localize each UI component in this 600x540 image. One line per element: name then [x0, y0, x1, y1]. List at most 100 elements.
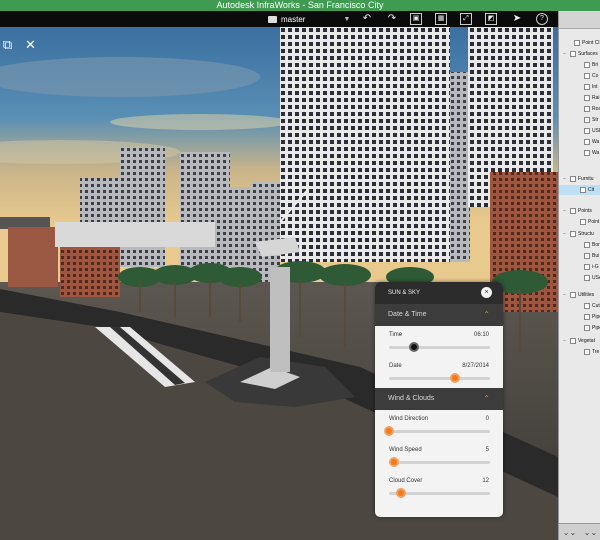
layer-type-icon	[584, 117, 590, 123]
layer-label: Vegetat	[578, 338, 595, 344]
date-value: 8/27/2014	[462, 363, 489, 369]
close-icon[interactable]: ×	[481, 287, 492, 298]
scene-toolbar: ⧉ ✕	[0, 37, 38, 52]
layer-tree-item[interactable]: Int	[577, 82, 598, 92]
layer-label: Bri	[592, 62, 599, 68]
layer-tree-item[interactable]: i-G	[577, 262, 599, 272]
layer-type-icon	[584, 62, 590, 68]
section-label: Date & Time	[388, 311, 427, 318]
wind-direction-row: Wind Direction 0	[375, 410, 503, 441]
wind-speed-value: 5	[485, 447, 489, 453]
panel-title: SUN & SKY	[388, 290, 421, 296]
layer-type-icon	[584, 303, 590, 309]
collapse-all-icon[interactable]: ⌄⌄	[563, 528, 576, 537]
section-date-time[interactable]: Date & Time ⌃	[375, 304, 503, 326]
redo-icon[interactable]: ↷	[386, 13, 398, 25]
layer-tree-item[interactable]: − Furnitu	[563, 174, 594, 184]
wind-speed-handle[interactable]	[389, 457, 400, 467]
layer-label: Wa	[592, 150, 600, 156]
presentation-icon[interactable]: ⧉	[0, 37, 15, 52]
date-slider-handle[interactable]	[449, 373, 460, 383]
layer-tree-item[interactable]: Bor	[577, 240, 600, 250]
layer-type-icon	[584, 325, 590, 331]
layer-type-icon	[574, 40, 580, 46]
layer-tree-item[interactable]: Wa	[577, 137, 599, 147]
expand-toggle-icon[interactable]: −	[563, 336, 568, 346]
layer-tree-item[interactable]: − Structu	[563, 229, 594, 239]
help-icon[interactable]: ?	[536, 13, 548, 25]
layer-label: Int	[592, 84, 598, 90]
layer-tree-item[interactable]: − Surfaces	[563, 49, 598, 59]
layer-type-icon	[584, 253, 590, 259]
pointer-icon[interactable]: ➤	[511, 13, 523, 25]
layer-tree-panel: Point Cl − Surfaces Bri Co Int Rai Roa Str USE Wa W…	[558, 11, 600, 540]
layer-tree-item[interactable]: Pipe	[577, 323, 600, 333]
capture-icon[interactable]: ◩	[485, 13, 497, 25]
layer-tree-item[interactable]: Bui	[577, 251, 599, 261]
layer-label: Utilities	[578, 292, 595, 298]
layer-tree-item[interactable]: Point	[573, 217, 599, 227]
layer-tree-item[interactable]: Rai	[577, 93, 600, 103]
layer-label: Cit	[588, 187, 595, 193]
layer-tree-item[interactable]: Wa	[577, 148, 599, 158]
layer-type-icon	[584, 128, 590, 134]
layer-label: Structu	[578, 231, 594, 237]
layer-tree-item[interactable]: Tre	[577, 347, 599, 357]
layer-tree-item[interactable]: Pipe	[577, 312, 600, 322]
wind-speed-row: Wind Speed 5	[375, 441, 503, 472]
expand-toggle-icon[interactable]: −	[563, 229, 568, 239]
panel-header-bar	[559, 11, 600, 29]
layer-type-icon	[584, 349, 590, 355]
title-bar: Autodesk InfraWorks - San Francisco City	[0, 0, 600, 11]
wind-direction-track[interactable]	[389, 430, 490, 433]
layer-label: Bui	[592, 253, 600, 259]
layer-tree-item[interactable]: Cut	[577, 301, 600, 311]
layer-label: i-G	[592, 264, 599, 270]
layer-tree-item[interactable]: USE	[577, 126, 600, 136]
tools-icon[interactable]: ✕	[23, 37, 38, 52]
layer-label: Cut	[592, 303, 600, 309]
layer-tree-item[interactable]: Bri	[577, 60, 598, 70]
time-value: 06:10	[473, 332, 489, 338]
layer-tree-item[interactable]: Co	[577, 71, 598, 81]
layer-tree-item[interactable]: Cit	[559, 185, 600, 195]
layer-tree-item[interactable]: − Points	[563, 206, 592, 216]
project-name: master	[281, 14, 306, 24]
layer-type-icon	[584, 95, 590, 101]
layer-label: USe	[592, 275, 600, 281]
expand-toggle-icon[interactable]: −	[563, 174, 568, 184]
fullscreen-icon[interactable]: ⤢	[460, 13, 472, 25]
section-wind-clouds[interactable]: Wind & Clouds ⌃	[375, 388, 503, 410]
wind-direction-handle[interactable]	[384, 426, 394, 436]
layer-type-icon	[570, 51, 576, 57]
date-slider-track[interactable]	[389, 377, 490, 380]
layer-type-icon	[570, 176, 576, 182]
cloud-cover-label: Cloud Cover	[389, 478, 423, 484]
grid-icon[interactable]: ▦	[435, 13, 447, 25]
expand-toggle-icon[interactable]: −	[563, 206, 568, 216]
layer-label: Point Cl	[582, 40, 600, 46]
sun-sky-panel: SUN & SKY × Date & Time ⌃ Time 06:10 Dat…	[375, 282, 503, 517]
layer-tree-item[interactable]: − Utilities	[563, 290, 594, 300]
undo-icon[interactable]: ↶	[361, 13, 373, 25]
expand-icon[interactable]: ⌄⌄	[584, 528, 597, 537]
cloud-cover-handle[interactable]	[396, 488, 407, 498]
layer-label: Roa	[592, 106, 600, 112]
wind-speed-track[interactable]	[389, 461, 490, 464]
expand-toggle-icon[interactable]: −	[563, 290, 568, 300]
view-icon[interactable]: ▣	[410, 13, 422, 25]
layer-label: Furnitu	[578, 176, 594, 182]
expand-toggle-icon[interactable]: −	[563, 49, 568, 59]
layer-tree-item[interactable]: Roa	[577, 104, 600, 114]
time-slider-handle[interactable]	[409, 342, 420, 352]
layer-label: Str	[592, 117, 599, 123]
layer-tree-item[interactable]: Str	[577, 115, 598, 125]
layer-tree-item[interactable]: − Vegetat	[563, 336, 595, 346]
layer-tree-item[interactable]: USe	[577, 273, 600, 283]
time-slider-track[interactable]	[389, 346, 490, 349]
layer-type-icon	[580, 187, 586, 193]
chevron-up-icon: ⌃	[483, 394, 490, 403]
layer-tree-item[interactable]: Point Cl	[567, 38, 600, 48]
project-selector[interactable]: master ▼	[268, 13, 350, 25]
layer-type-icon	[584, 314, 590, 320]
